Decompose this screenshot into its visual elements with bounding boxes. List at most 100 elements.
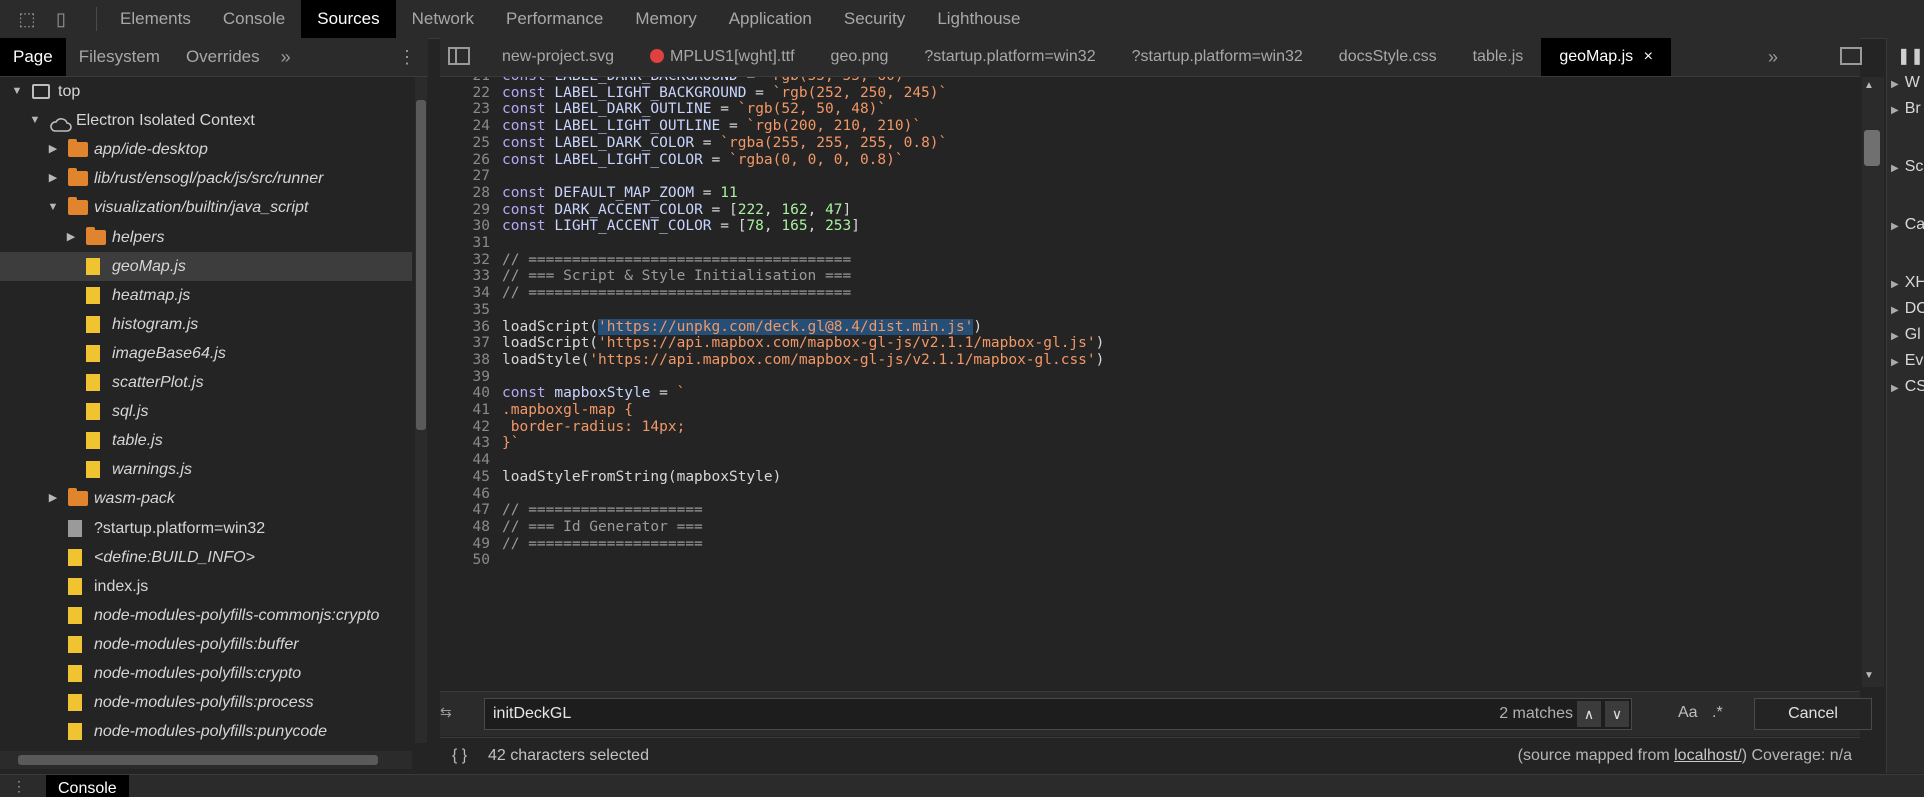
- editor-tab[interactable]: geo.png: [813, 38, 907, 76]
- tree-item[interactable]: ?startup.platform=win32: [0, 514, 412, 543]
- tree-item[interactable]: warnings.js: [0, 455, 412, 484]
- tab-lighthouse[interactable]: Lighthouse: [921, 0, 1036, 38]
- code-token: loadStyleFromString(mapboxStyle): [502, 468, 782, 485]
- previous-match-button[interactable]: ∧: [1577, 701, 1601, 727]
- tree-item[interactable]: index.js: [0, 572, 412, 601]
- sidebar-section[interactable]: ▶ Br: [1891, 100, 1921, 118]
- tree-item[interactable]: ▶ app/ide-desktop: [0, 135, 412, 164]
- navigator-tab-filesystem[interactable]: Filesystem: [66, 38, 173, 76]
- tab-security[interactable]: Security: [828, 0, 921, 38]
- source-link[interactable]: localhost/: [1674, 747, 1742, 764]
- editor-tab[interactable]: new-project.svg: [484, 38, 632, 76]
- code-token: ,: [763, 218, 782, 235]
- navigator-tab-overrides[interactable]: Overrides: [173, 38, 273, 76]
- tree-item[interactable]: node-modules-polyfills:buffer: [0, 630, 412, 659]
- tree-item[interactable]: node-modules-polyfills-commonjs:crypto: [0, 601, 412, 630]
- toggle-navigator-icon[interactable]: [448, 47, 470, 65]
- navigator-scroll-thumb[interactable]: [416, 100, 426, 430]
- editor-tab[interactable]: docsStyle.css: [1321, 38, 1455, 76]
- expand-closed-icon[interactable]: ▶: [46, 135, 60, 164]
- tree-item[interactable]: table.js: [0, 426, 412, 455]
- tree-item[interactable]: ▼ Electron Isolated Context: [0, 106, 412, 135]
- tab-elements[interactable]: Elements: [104, 0, 207, 38]
- tab-network[interactable]: Network: [396, 0, 490, 38]
- tab-performance[interactable]: Performance: [490, 0, 619, 38]
- line-number[interactable]: 50: [440, 550, 490, 571]
- tree-item-label: sql.js: [112, 403, 149, 421]
- tree-item[interactable]: ▶ wasm-pack: [0, 484, 412, 513]
- code-line[interactable]: 26 const LABEL_LIGHT_COLOR = `rgba(0, 0, …: [440, 150, 904, 171]
- tree-item[interactable]: ▶ helpers: [0, 223, 412, 252]
- code-token: 'https://api.mapbox.com/mapbox-gl-js/v2.…: [589, 351, 1096, 368]
- tree-item[interactable]: ▼ top: [0, 77, 412, 106]
- inspect-element-icon[interactable]: ⬚: [16, 8, 38, 30]
- toggle-debugger-icon[interactable]: [1840, 47, 1862, 65]
- sidebar-section[interactable]: ▶ Sc: [1891, 158, 1923, 176]
- folder-icon: [68, 197, 88, 216]
- tab-application[interactable]: Application: [713, 0, 828, 38]
- tree-item[interactable]: ▶ lib/rust/ensogl/pack/js/src/runner: [0, 164, 412, 193]
- code-line[interactable]: 38 loadStyle('https://api.mapbox.com/mapb…: [440, 350, 1105, 371]
- tree-item[interactable]: node-modules-polyfills:punycode: [0, 717, 412, 746]
- replace-toggle-icon[interactable]: ⇆: [440, 704, 452, 721]
- tab-sources[interactable]: Sources: [301, 0, 396, 38]
- scroll-up-icon[interactable]: ▲: [1864, 80, 1874, 91]
- match-case-button[interactable]: Aa: [1678, 704, 1698, 722]
- editor-tab[interactable]: ?startup.platform=win32: [1114, 38, 1321, 76]
- expand-closed-icon[interactable]: ▶: [46, 484, 60, 513]
- tree-item[interactable]: node-modules-polyfills:process: [0, 688, 412, 717]
- expand-open-icon[interactable]: ▼: [28, 106, 42, 135]
- tree-item[interactable]: <define:BUILD_INFO>: [0, 543, 412, 572]
- expand-open-icon[interactable]: ▼: [46, 193, 60, 222]
- tree-item[interactable]: geoMap.js: [0, 251, 412, 281]
- tree-item[interactable]: ▼ visualization/builtin/java_script: [0, 193, 412, 222]
- tree-item[interactable]: imageBase64.js: [0, 339, 412, 368]
- navigator-menu-icon[interactable]: ⋮: [398, 38, 416, 76]
- drawer-tab-console[interactable]: Console: [46, 775, 129, 797]
- editor-tab[interactable]: table.js: [1455, 38, 1542, 76]
- toolbar-divider: [96, 7, 97, 31]
- more-editor-tabs-icon[interactable]: »: [1768, 38, 1778, 76]
- more-tabs-icon[interactable]: »: [273, 47, 299, 68]
- sidebar-section[interactable]: ▶ W: [1891, 74, 1920, 92]
- search-input[interactable]: initDeckGL 2 matches ∧ ∨: [484, 698, 1632, 730]
- sidebar-section[interactable]: ▶ Ev: [1891, 352, 1923, 370]
- tree-item[interactable]: sql.js: [0, 397, 412, 426]
- navigator-tab-page[interactable]: Page: [0, 38, 66, 76]
- regex-button[interactable]: .*: [1712, 704, 1723, 722]
- device-toolbar-icon[interactable]: ▯: [50, 8, 72, 30]
- code-line[interactable]: 50: [440, 550, 502, 571]
- sidebar-section[interactable]: ▶ DO: [1891, 300, 1924, 318]
- drawer-menu-icon[interactable]: ⋮: [12, 775, 26, 797]
- cancel-search-button[interactable]: Cancel: [1754, 698, 1872, 730]
- code-editor[interactable]: 21const LABEL_DARK_BACKGROUND = `rgb(55,…: [440, 77, 1860, 687]
- editor-tab[interactable]: ?startup.platform=win32: [906, 38, 1113, 76]
- next-match-button[interactable]: ∨: [1605, 701, 1629, 727]
- search-value[interactable]: initDeckGL: [493, 699, 571, 729]
- editor-scroll-thumb[interactable]: [1864, 130, 1880, 166]
- tree-item[interactable]: histogram.js: [0, 310, 412, 339]
- sidebar-section[interactable]: ▶ Ca: [1891, 216, 1924, 234]
- tree-item[interactable]: node-modules-polyfills:crypto: [0, 659, 412, 688]
- tab-memory[interactable]: Memory: [619, 0, 712, 38]
- tree-item[interactable]: scatterPlot.js: [0, 368, 412, 397]
- source-suffix: ) Coverage: n/a: [1741, 747, 1852, 764]
- expand-closed-icon[interactable]: ▶: [46, 164, 60, 193]
- navigator-horizontal-thumb[interactable]: [18, 755, 378, 765]
- editor-scrollbar[interactable]: [1862, 77, 1884, 687]
- sidebar-section[interactable]: ▶ XH: [1891, 274, 1924, 292]
- pretty-print-icon[interactable]: { }: [452, 738, 467, 774]
- scroll-down-icon[interactable]: ▼: [1864, 670, 1874, 681]
- pause-icon[interactable]: ❚❚: [1897, 46, 1924, 66]
- expand-closed-icon[interactable]: ▶: [64, 223, 78, 252]
- sidebar-section[interactable]: ▶ Gl: [1891, 326, 1921, 344]
- editor-tab[interactable]: MPLUS1[wght].ttf: [632, 38, 813, 76]
- close-tab-icon[interactable]: ×: [1639, 48, 1653, 65]
- expand-open-icon[interactable]: ▼: [10, 77, 24, 106]
- file-icon: [68, 519, 82, 537]
- tree-item[interactable]: heatmap.js: [0, 281, 412, 310]
- code-line[interactable]: 30 const LIGHT_ACCENT_COLOR = [78, 165, 2…: [440, 216, 860, 237]
- tab-console[interactable]: Console: [207, 0, 301, 38]
- sidebar-section[interactable]: ▶ CS: [1891, 378, 1924, 396]
- editor-tab[interactable]: geoMap.js ×: [1541, 38, 1671, 76]
